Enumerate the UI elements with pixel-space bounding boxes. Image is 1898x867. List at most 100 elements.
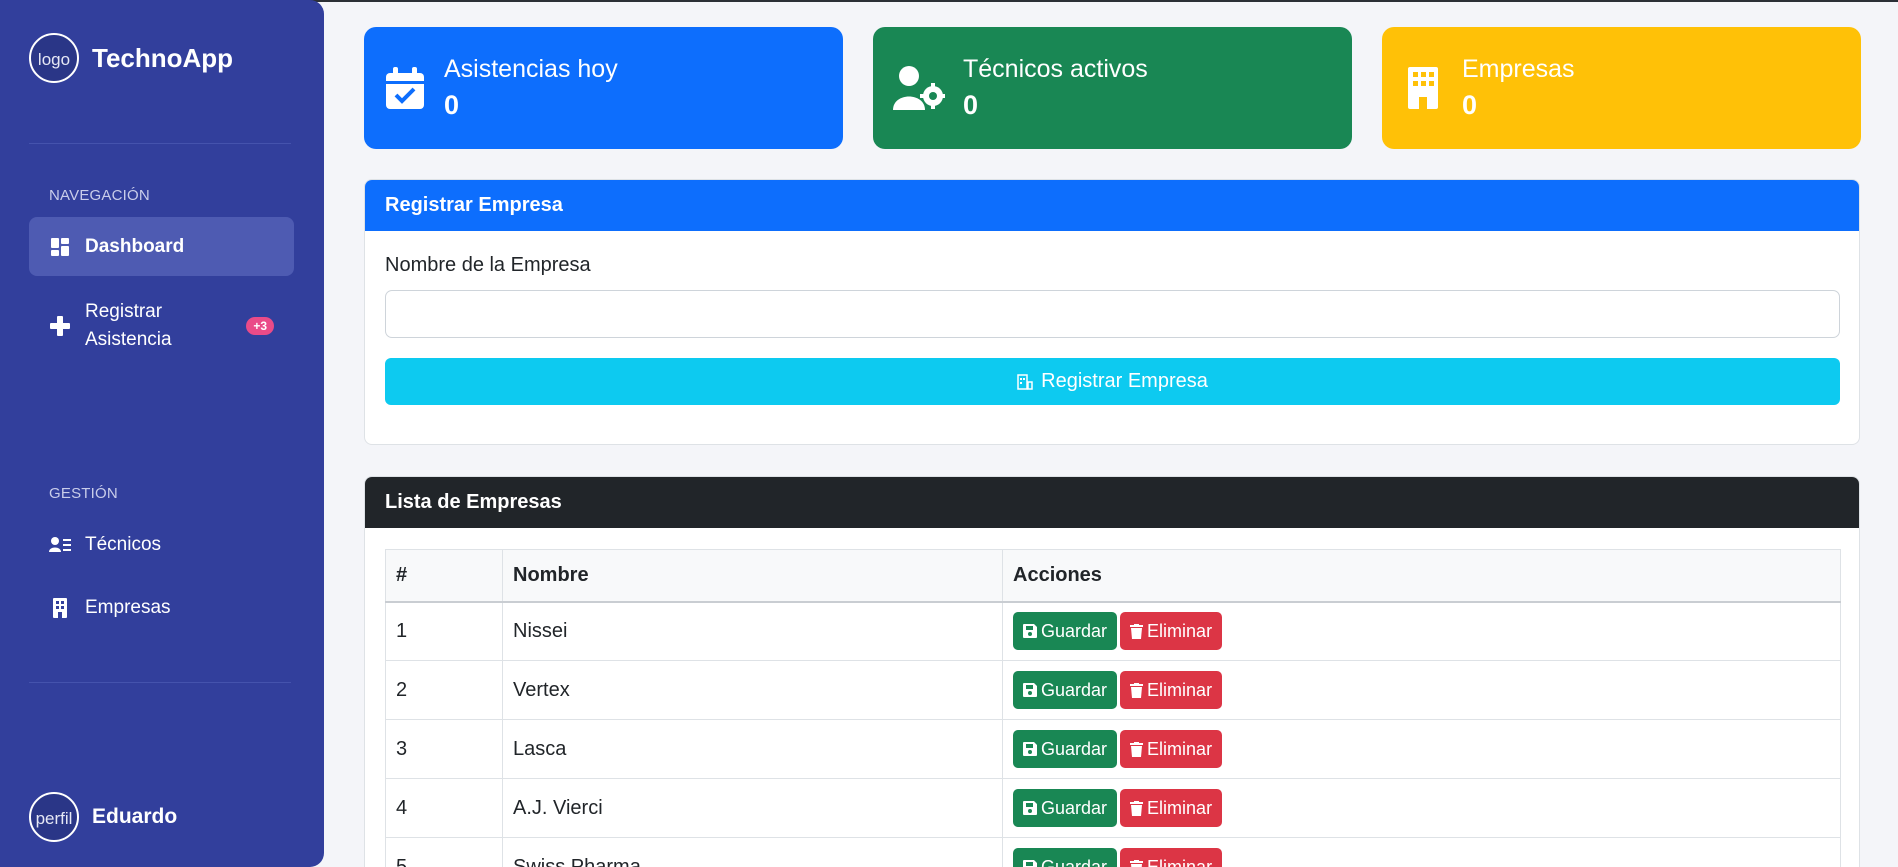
- stat-value: 0: [1462, 90, 1478, 120]
- save-label: Guardar: [1041, 738, 1108, 759]
- trash-icon: [1130, 682, 1144, 698]
- stat-label: Asistencias hoy: [444, 55, 618, 83]
- company-name: Swiss Pharma: [502, 837, 1003, 867]
- column-header: Nombre: [502, 549, 1003, 603]
- save-label: Guardar: [1041, 620, 1108, 641]
- save-button[interactable]: Guardar: [1013, 612, 1118, 651]
- sidebar-item-tecnicos[interactable]: Técnicos: [29, 525, 294, 565]
- trash-icon: [1130, 800, 1144, 816]
- row-number: 3: [385, 719, 503, 779]
- trash-icon: [1130, 741, 1144, 757]
- register-company-label: Registrar Empresa: [1041, 370, 1208, 392]
- register-company-button[interactable]: Registrar Empresa: [385, 358, 1840, 405]
- delete-button[interactable]: Eliminar: [1120, 730, 1223, 768]
- sidebar-item-label: Técnicos: [85, 534, 162, 555]
- row-number: 4: [385, 778, 503, 838]
- register-company-panel: Registrar Empresa Nombre de la Empresa R…: [364, 179, 1860, 445]
- dashboard-icon: [49, 236, 71, 258]
- sidebar-item-label: Empresas: [85, 597, 171, 618]
- company-name-label: Nombre de la Empresa: [385, 254, 591, 276]
- row-number: 2: [385, 660, 503, 720]
- notification-badge: +3: [246, 317, 274, 335]
- sidebar-divider: [29, 143, 291, 144]
- company-name-input[interactable]: [385, 290, 1840, 338]
- column-header: #: [385, 549, 503, 603]
- sidebar: logo TechnoApp NAVEGACIÓN Dashboard Regi…: [0, 0, 324, 867]
- sidebar-divider: [29, 682, 291, 683]
- delete-button[interactable]: Eliminar: [1120, 848, 1223, 867]
- row-number: 5: [385, 837, 503, 867]
- row-actions: Guardar Eliminar: [1002, 719, 1841, 779]
- save-icon: [1023, 860, 1037, 867]
- logo-image: logo: [29, 33, 79, 83]
- company-list-panel: Lista de Empresas # Nombre Acciones 1 Nis…: [364, 476, 1860, 867]
- row-number: 1: [385, 601, 503, 661]
- sidebar-item-label: Dashboard: [85, 235, 185, 257]
- panel-title: Registrar Empresa: [365, 180, 1859, 231]
- building-add-icon: [1017, 373, 1033, 390]
- table-row: 5 Swiss Pharma Guardar Eliminar: [385, 837, 1841, 867]
- stat-label: Técnicos activos: [963, 55, 1148, 83]
- row-actions: Guardar Eliminar: [1002, 601, 1841, 661]
- building-icon: [1402, 67, 1444, 109]
- delete-button[interactable]: Eliminar: [1120, 789, 1223, 827]
- save-button[interactable]: Guardar: [1013, 730, 1118, 768]
- delete-label: Eliminar: [1147, 856, 1213, 867]
- company-table: # Nombre Acciones 1 Nissei Guardar Eliminar…: [385, 549, 1841, 867]
- nav-section-title: NAVEGACIÓN: [49, 187, 150, 204]
- save-button[interactable]: Guardar: [1013, 671, 1118, 709]
- sidebar-item-registrar-asistencia[interactable]: Registrar Asistencia +3: [29, 296, 294, 356]
- save-button[interactable]: Guardar: [1013, 848, 1118, 867]
- save-label: Guardar: [1041, 856, 1108, 867]
- trash-icon: [1130, 623, 1144, 639]
- company-name: Nissei: [502, 601, 1003, 661]
- brand[interactable]: logo TechnoApp: [29, 33, 233, 83]
- company-name: Lasca: [502, 719, 1003, 779]
- user-profile[interactable]: perfil Eduardo: [29, 792, 177, 842]
- stat-label: Empresas: [1462, 55, 1575, 83]
- stat-card-empresas: Empresas 0: [1382, 27, 1861, 149]
- users-list-icon: [49, 534, 71, 556]
- save-icon: [1023, 801, 1037, 815]
- delete-button[interactable]: Eliminar: [1120, 612, 1223, 651]
- column-header: Acciones: [1002, 549, 1841, 603]
- row-actions: Guardar Eliminar: [1002, 660, 1841, 720]
- trash-icon: [1130, 859, 1144, 867]
- save-icon: [1023, 683, 1037, 697]
- stat-card-asistencias: Asistencias hoy 0: [364, 27, 843, 149]
- save-button[interactable]: Guardar: [1013, 789, 1118, 827]
- delete-button[interactable]: Eliminar: [1120, 671, 1223, 709]
- building-icon: [49, 597, 71, 619]
- sidebar-item-dashboard[interactable]: Dashboard: [29, 217, 294, 276]
- table-row: 1 Nissei Guardar Eliminar: [385, 601, 1841, 661]
- app-name: TechnoApp: [92, 42, 234, 73]
- save-label: Guardar: [1041, 797, 1108, 818]
- row-actions: Guardar Eliminar: [1002, 837, 1841, 867]
- save-icon: [1023, 624, 1037, 639]
- stat-value: 0: [444, 90, 460, 120]
- sidebar-item-label: Registrar Asistencia: [85, 301, 172, 350]
- save-icon: [1023, 742, 1037, 756]
- user-name: Eduardo: [92, 805, 178, 828]
- calendar-check-icon: [384, 67, 426, 109]
- delete-label: Eliminar: [1147, 797, 1213, 818]
- delete-label: Eliminar: [1147, 620, 1213, 641]
- sidebar-item-empresas[interactable]: Empresas: [29, 588, 294, 628]
- delete-label: Eliminar: [1147, 738, 1213, 759]
- table-row: 3 Lasca Guardar Eliminar: [385, 719, 1841, 779]
- stat-card-tecnicos: Técnicos activos 0: [873, 27, 1352, 149]
- user-gear-icon: [893, 66, 945, 110]
- table-row: 2 Vertex Guardar Eliminar: [385, 660, 1841, 720]
- plus-icon: [49, 315, 71, 337]
- company-name: Vertex: [502, 660, 1003, 720]
- avatar: perfil: [29, 792, 79, 842]
- company-name: A.J. Vierci: [502, 778, 1003, 838]
- table-header-row: # Nombre Acciones: [385, 549, 1841, 603]
- manage-section-title: GESTIÓN: [49, 485, 118, 502]
- panel-title: Lista de Empresas: [365, 477, 1859, 528]
- row-actions: Guardar Eliminar: [1002, 778, 1841, 838]
- delete-label: Eliminar: [1147, 679, 1213, 700]
- save-label: Guardar: [1041, 679, 1108, 700]
- table-row: 4 A.J. Vierci Guardar Eliminar: [385, 778, 1841, 838]
- stat-value: 0: [963, 90, 979, 120]
